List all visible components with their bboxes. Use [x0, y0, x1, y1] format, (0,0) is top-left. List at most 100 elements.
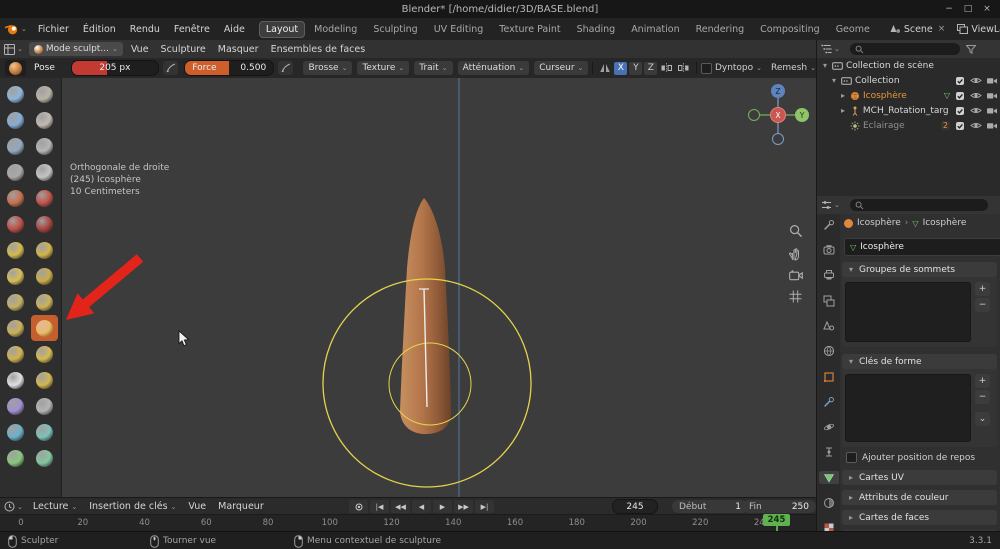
next-keyframe-button[interactable]: ▶▶ [454, 500, 473, 513]
disclosure-icon[interactable]: ▸ [839, 106, 847, 115]
close-button[interactable]: × [979, 2, 995, 16]
frame-start-field[interactable]: Début 1 [672, 500, 748, 513]
properties-tab-scene[interactable] [819, 319, 839, 332]
workspace-tab-sculpting[interactable]: Sculpting [366, 21, 424, 38]
sculpt-brush-icon[interactable] [2, 263, 29, 289]
menu-masquer[interactable]: Masquer [212, 44, 265, 55]
add-shape-key-button[interactable]: + [975, 374, 990, 388]
blender-logo-icon[interactable]: ⌄ [0, 23, 31, 36]
disclosure-icon[interactable]: ▾ [821, 61, 829, 70]
menu-insertion-de-cles[interactable]: Insertion de clés ⌄ [83, 501, 182, 512]
workspace-tab-shading[interactable]: Shading [570, 21, 623, 38]
visibility-checkbox[interactable] [953, 91, 966, 101]
mode-dropdown[interactable]: Mode sculpt... ⌄ [28, 42, 123, 56]
sculpt-brush-icon[interactable] [31, 419, 58, 445]
workspace-tab-geome[interactable]: Geome [829, 21, 877, 38]
menu-marqueur[interactable]: Marqueur [212, 501, 270, 512]
scene-unlink-icon[interactable]: × [936, 24, 948, 34]
previous-keyframe-button[interactable]: ◀◀ [391, 500, 410, 513]
sculpt-brush-icon[interactable] [31, 237, 58, 263]
hide-viewport-eye-icon[interactable] [969, 121, 982, 130]
camera-view-icon[interactable] [789, 270, 803, 281]
properties-tab-constraints[interactable] [819, 446, 839, 459]
menu-ensembles-de-faces[interactable]: Ensembles de faces [265, 44, 372, 55]
shape-keys-list[interactable] [845, 374, 971, 442]
properties-tab-render[interactable] [819, 243, 839, 256]
current-frame-field[interactable]: 245 [612, 499, 658, 514]
dyntopo-dropdown-icon[interactable]: ⌄ [756, 64, 762, 72]
menu-lecture[interactable]: Lecture ⌄ [27, 501, 83, 512]
radius-slider[interactable]: 205 px [70, 60, 159, 76]
view-layer-selector[interactable]: ViewLayer × [957, 24, 1000, 35]
outliner-row-mch-rotation-targ[interactable]: ▸ MCH_Rotation_targ [817, 103, 1000, 118]
grid-ortho-icon[interactable] [789, 290, 803, 303]
remesh-dropdown-icon[interactable]: ⌄ [810, 64, 816, 72]
disable-render-camera-icon[interactable] [985, 106, 998, 115]
sculpt-brush-icon[interactable] [2, 133, 29, 159]
properties-tab-viewlayer[interactable] [819, 294, 839, 307]
sculpt-brush-icon[interactable] [31, 81, 58, 107]
properties-tab-material[interactable] [819, 496, 839, 509]
menu-vue[interactable]: Vue [182, 501, 212, 512]
disable-render-camera-icon[interactable] [985, 76, 998, 85]
data-name-field[interactable]: ▽ Icosphère [844, 238, 1000, 256]
strength-slider[interactable]: Force 0.500 [184, 60, 275, 76]
3d-viewport[interactable]: Orthogonale de droite (245) Icosphère 10… [0, 78, 816, 497]
workspace-tab-layout[interactable]: Layout [258, 20, 306, 38]
auto-keyframe-button[interactable] [349, 500, 368, 513]
sculpt-brush-icon[interactable] [2, 341, 29, 367]
outliner-row-collection[interactable]: ▾ Collection [817, 73, 1000, 88]
sculpt-brush-icon[interactable] [31, 185, 58, 211]
sculpt-brush-icon[interactable] [2, 315, 29, 341]
brush-preview[interactable] [5, 60, 27, 76]
vertex-groups-list[interactable] [845, 282, 971, 342]
visibility-checkbox[interactable] [953, 121, 966, 131]
sculpt-brush-icon[interactable] [2, 289, 29, 315]
workspace-tab-modeling[interactable]: Modeling [307, 21, 364, 38]
dropdown-trait[interactable]: Trait ⌄ [414, 61, 453, 75]
properties-tab-tool[interactable] [819, 218, 839, 231]
menu-fichier[interactable]: Fichier [31, 24, 76, 35]
symmetry-z-toggle[interactable]: Z [644, 61, 658, 75]
menu-rendu[interactable]: Rendu [123, 24, 167, 35]
breadcrumb-data[interactable]: Icosphère [923, 218, 967, 228]
jump-to-start-button[interactable]: |◀ [370, 500, 389, 513]
sculpt-brush-icon[interactable] [31, 159, 58, 185]
sculpt-brush-icon[interactable] [2, 211, 29, 237]
panel-header-cartes-uv[interactable]: ▸ Cartes UV [842, 470, 997, 485]
panel-header-cartes-de-faces[interactable]: ▸ Cartes de faces [842, 510, 997, 525]
workspace-tab-uv-editing[interactable]: UV Editing [427, 21, 491, 38]
rest-position-checkbox[interactable] [846, 452, 857, 463]
sculpt-brush-icon[interactable] [2, 393, 29, 419]
shape-key-specials-button[interactable]: ⌄ [975, 412, 990, 426]
minimize-button[interactable]: − [941, 2, 957, 16]
properties-search-input[interactable] [849, 199, 988, 211]
visibility-checkbox[interactable] [953, 76, 966, 86]
zoom-icon[interactable] [789, 224, 803, 238]
remove-vertex-group-button[interactable]: − [975, 298, 990, 312]
workspace-tab-animation[interactable]: Animation [624, 21, 686, 38]
dropdown-attenuation[interactable]: Atténuation ⌄ [457, 61, 530, 75]
disable-render-camera-icon[interactable] [985, 91, 998, 100]
sculpt-brush-icon[interactable] [31, 341, 58, 367]
strength-pressure-icon[interactable] [278, 61, 294, 75]
mirror-lock-icon[interactable] [661, 63, 673, 73]
properties-editor-icon[interactable]: ⌄ [817, 200, 844, 210]
sculpt-brush-icon[interactable] [2, 237, 29, 263]
sculpt-brush-icon[interactable] [31, 133, 58, 159]
sculpt-brush-icon[interactable] [2, 419, 29, 445]
properties-tab-physics[interactable] [819, 421, 839, 434]
properties-tab-object[interactable] [819, 370, 839, 383]
sculpt-brush-icon[interactable] [2, 81, 29, 107]
outliner-row-icosphere[interactable]: ▸ Icosphère ▽ [817, 88, 1000, 103]
pan-hand-icon[interactable] [789, 247, 803, 261]
menu-aide[interactable]: Aide [217, 24, 252, 35]
disclosure-icon[interactable]: ▸ [839, 91, 847, 100]
remove-shape-key-button[interactable]: − [975, 390, 990, 404]
outliner-row-collection-de-scene[interactable]: ▾ Collection de scène [817, 58, 1000, 73]
sculpt-brush-icon[interactable] [31, 107, 58, 133]
properties-tab-modifiers[interactable] [819, 395, 839, 408]
sculpt-brush-icon[interactable] [31, 393, 58, 419]
sculpt-brush-icon[interactable] [31, 289, 58, 315]
sculpt-brush-icon[interactable] [2, 445, 29, 471]
